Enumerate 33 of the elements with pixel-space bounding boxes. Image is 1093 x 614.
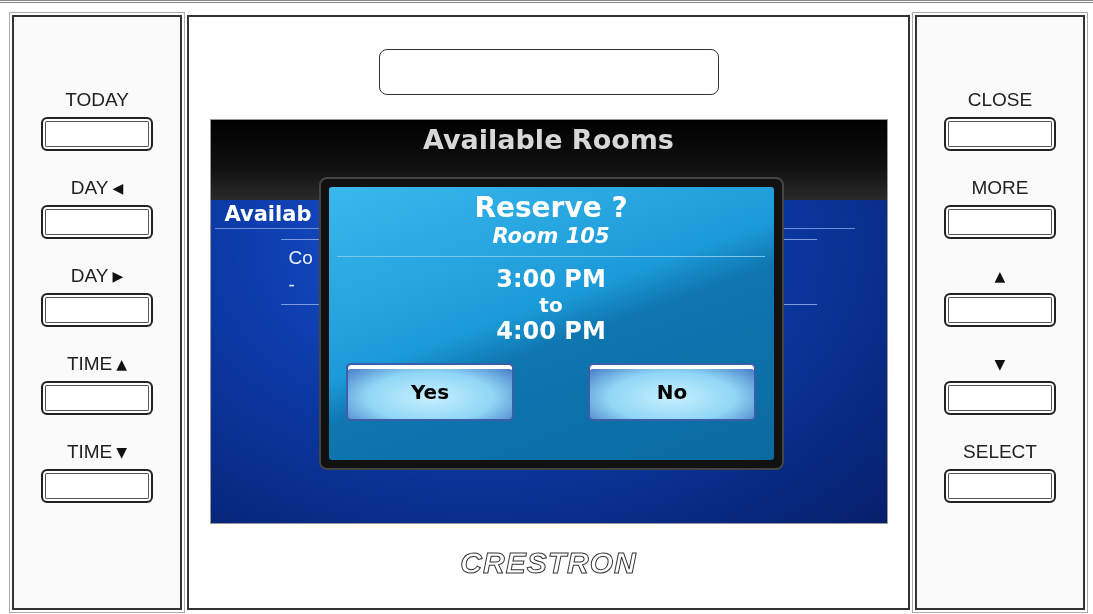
triangle-icon: ▲ xyxy=(116,357,128,371)
start-time: 3:00 PM xyxy=(496,265,606,293)
key-label: MORE xyxy=(971,177,1029,199)
key-label: DAY xyxy=(70,177,109,199)
key-label: TODAY xyxy=(65,89,129,111)
key-label: CLOSE xyxy=(967,89,1033,111)
hard-key[interactable] xyxy=(944,381,1056,415)
key-label: DAY xyxy=(70,265,109,287)
hard-key[interactable] xyxy=(41,381,153,415)
hard-key[interactable] xyxy=(41,205,153,239)
key-label: SELECT xyxy=(963,441,1037,463)
time-separator: to xyxy=(539,293,563,317)
triangle-icon: ▼ xyxy=(116,445,128,459)
row-text: Co xyxy=(288,246,313,270)
row-text: - xyxy=(288,273,295,297)
triangle-icon: ▶ xyxy=(112,269,124,283)
hard-key[interactable] xyxy=(944,293,1056,327)
yes-button[interactable]: Yes xyxy=(346,363,514,421)
hard-key[interactable] xyxy=(41,117,153,151)
triangle-icon: ▲ xyxy=(994,269,1006,283)
logo: CRESTRON xyxy=(460,546,637,580)
hard-key[interactable] xyxy=(944,205,1056,239)
key-label: TIME xyxy=(66,441,113,463)
no-button[interactable]: No xyxy=(588,363,756,421)
end-time: 4:00 PM xyxy=(496,317,606,345)
screen-title: Available Rooms xyxy=(423,124,674,157)
triangle-icon: ▼ xyxy=(994,357,1006,371)
key-label: TIME xyxy=(66,353,113,375)
hard-key[interactable] xyxy=(41,293,153,327)
hard-key[interactable] xyxy=(41,469,153,503)
triangle-icon: ◀ xyxy=(112,181,124,195)
hard-key[interactable] xyxy=(944,469,1056,503)
hard-key[interactable] xyxy=(944,117,1056,151)
